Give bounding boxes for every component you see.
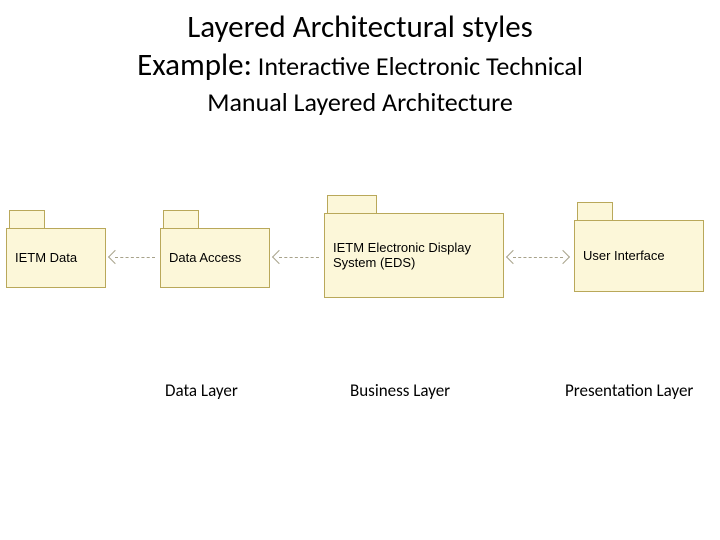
folder-tab-icon [577, 202, 613, 222]
slide-title: Layered Architectural styles Example: In… [0, 0, 720, 118]
label-presentation-layer-text: Presentation Layer [565, 380, 693, 401]
title-example-rest: Interactive Electronic Technical [252, 50, 583, 82]
label-business-layer: Business Layer [350, 380, 450, 401]
folder-tab-icon [327, 195, 377, 215]
dependency-arrow [279, 257, 319, 258]
folder-label: IETM Electronic Display System (EDS) [333, 241, 495, 271]
title-line-3: Manual Layered Architecture [0, 86, 720, 118]
title-example-prefix: Example: [137, 46, 252, 84]
title-line-1: Layered Architectural styles [0, 8, 720, 46]
label-presentation-layer: Presentation Layer [565, 380, 695, 401]
folder-label: IETM Data [15, 251, 77, 266]
architecture-diagram: IETM Data Data Access IETM Electronic Di… [0, 190, 720, 390]
folder-tab-icon [9, 210, 45, 230]
dependency-arrow [115, 257, 155, 258]
folder-tab-icon [163, 210, 199, 230]
label-data-layer: Data Layer [165, 380, 238, 401]
title-line-2: Example: Interactive Electronic Technica… [0, 46, 720, 84]
folder-label: User Interface [583, 249, 665, 264]
arrow-right-icon [556, 250, 570, 264]
folder-label: Data Access [169, 251, 241, 266]
